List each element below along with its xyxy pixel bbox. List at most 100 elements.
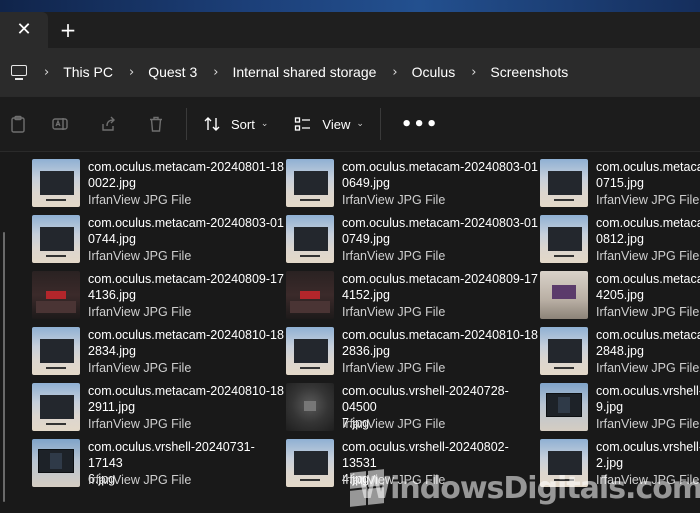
file-type: IrfanView JPG File [88, 361, 192, 375]
breadcrumb-separator[interactable]: › [471, 65, 476, 80]
file-type: IrfanView JPG File [596, 361, 700, 375]
new-tab-button[interactable]: + [56, 12, 80, 48]
chevron-down-icon: ⌄ [260, 119, 269, 129]
breadcrumb-quest-3[interactable]: Quest 3 [148, 64, 197, 80]
file-thumbnail [540, 159, 588, 207]
file-thumbnail [286, 159, 334, 207]
file-item[interactable]: com.oculus.metacam-20240809-17 4136.jpg I… [32, 269, 284, 321]
file-thumbnail [32, 383, 80, 431]
view-label: View [322, 116, 351, 132]
file-item[interactable]: com.oculus.metacam-20240803-01 0649.jpg I… [286, 157, 538, 209]
file-name: com.oculus.metacam-20240809-17 4152.jpg [342, 272, 538, 302]
paste-icon[interactable] [0, 96, 36, 152]
file-name: com.oculus.metaca 2848.jpg [596, 328, 700, 358]
file-name: com.oculus.metaca 4205.jpg [596, 272, 700, 302]
file-name: com.oculus.metaca 0812.jpg [596, 216, 700, 246]
file-type: IrfanView JPG File [342, 193, 446, 207]
sort-label: Sort [231, 116, 255, 132]
file-thumbnail [286, 383, 334, 431]
watermark: WindowsDigitals.com [350, 465, 700, 511]
file-item[interactable]: com.oculus.metacam-20240801-18 0022.jpg I… [32, 157, 284, 209]
rename-icon[interactable] [36, 96, 84, 152]
address-bar[interactable]: › This PC › Quest 3 › Internal shared st… [0, 48, 700, 96]
file-thumbnail [32, 159, 80, 207]
toolbar-divider [186, 108, 187, 140]
file-thumbnail [32, 327, 80, 375]
file-type: IrfanView JPG File [596, 417, 700, 431]
breadcrumb-oculus[interactable]: Oculus [412, 64, 456, 80]
file-item[interactable]: com.oculus.vrshell-20240731-17143 6.jpg I… [32, 437, 280, 489]
file-name: com.oculus.metacam-20240810-18 2836.jpg [342, 328, 538, 358]
file-type: IrfanView JPG File [88, 417, 192, 431]
file-thumbnail [540, 383, 588, 431]
file-type: IrfanView JPG File [342, 249, 446, 263]
file-item[interactable]: com.oculus.metacam-20240809-17 4152.jpg I… [286, 269, 538, 321]
toolbar-divider [379, 108, 381, 140]
watermark-text: WindowsDigitals.com [358, 470, 700, 506]
desktop-wallpaper-strip [0, 0, 700, 12]
file-thumbnail [32, 271, 80, 319]
file-thumbnail [540, 271, 588, 319]
file-name: com.oculus.vrshell- 9.jpg [596, 384, 700, 414]
breadcrumb-screenshots[interactable]: Screenshots [490, 64, 568, 80]
file-type: IrfanView JPG File [596, 249, 700, 263]
file-name: com.oculus.metacam-20240809-17 4136.jpg [88, 272, 284, 302]
delete-icon[interactable] [132, 96, 180, 152]
file-thumbnail [286, 327, 334, 375]
file-list-area[interactable]: com.oculus.metacam-20240801-18 0022.jpg I… [0, 152, 700, 513]
file-name: com.oculus.metacam-20240801-18 0022.jpg [88, 160, 284, 190]
file-item[interactable]: com.oculus.metacam-20240803-01 0744.jpg I… [32, 213, 284, 265]
file-item[interactable]: com.oculus.metacam-20240810-18 2836.jpg I… [286, 325, 538, 377]
sort-button[interactable]: Sort ⌄ [193, 96, 278, 152]
file-item[interactable]: com.oculus.metacam-20240810-18 2834.jpg I… [32, 325, 284, 377]
file-name: com.oculus.metacam-20240803-01 0749.jpg [342, 216, 538, 246]
file-type: IrfanView JPG File [342, 305, 446, 319]
breadcrumb-separator[interactable]: › [129, 65, 134, 80]
computer-icon[interactable] [10, 63, 28, 81]
sort-icon [204, 117, 220, 131]
file-name: com.oculus.metacam-20240803-01 0649.jpg [342, 160, 538, 190]
file-type: IrfanView JPG File [88, 249, 192, 263]
file-type: IrfanView JPG File [88, 305, 192, 319]
file-type: IrfanView JPG File [342, 361, 446, 375]
file-item[interactable]: com.oculus.metacam-20240810-18 2911.jpg I… [32, 381, 284, 433]
breadcrumb-separator[interactable]: › [392, 65, 397, 80]
breadcrumb-internal-shared-storage[interactable]: Internal shared storage [232, 64, 376, 80]
file-item[interactable]: com.oculus.metacam-20240803-01 0749.jpg I… [286, 213, 538, 265]
file-type: IrfanView JPG File [596, 193, 700, 207]
chevron-down-icon: ⌄ [356, 119, 364, 129]
file-type: IrfanView JPG File [88, 193, 192, 207]
share-icon[interactable] [84, 96, 132, 152]
more-options-button[interactable]: ••• [387, 114, 453, 135]
file-item[interactable]: com.oculus.vrshell-20240728-04500 7.jpg I… [286, 381, 534, 433]
file-name: com.oculus.metacam-20240810-18 2834.jpg [88, 328, 284, 358]
file-type: IrfanView JPG File [88, 473, 192, 487]
file-thumbnail [286, 271, 334, 319]
breadcrumb-separator[interactable]: › [44, 65, 49, 80]
file-thumbnail [540, 215, 588, 263]
file-thumbnail [286, 439, 334, 487]
breadcrumb-this-pc[interactable]: This PC [63, 64, 113, 80]
file-item[interactable]: com.oculus.vrshell- 9.jpg IrfanView JPG F… [540, 381, 700, 433]
view-button[interactable]: View ⌄ [284, 96, 374, 152]
close-tab-icon[interactable]: ✕ [16, 21, 31, 39]
file-item[interactable]: com.oculus.metaca 2848.jpg IrfanView JPG … [540, 325, 700, 377]
file-name: com.oculus.metaca 0715.jpg [596, 160, 700, 190]
title-bar: ✕ + [0, 12, 700, 48]
file-thumbnail [32, 439, 80, 487]
file-item[interactable]: com.oculus.metaca 4205.jpg IrfanView JPG … [540, 269, 700, 321]
view-icon [295, 117, 311, 131]
file-name: com.oculus.metacam-20240810-18 2911.jpg [88, 384, 284, 414]
vertical-scrollbar[interactable] [3, 232, 5, 502]
file-thumbnail [286, 215, 334, 263]
file-type: IrfanView JPG File [342, 417, 446, 431]
file-thumbnail [540, 327, 588, 375]
command-bar: Sort ⌄ View ⌄ ••• [0, 96, 700, 152]
file-item[interactable]: com.oculus.metaca 0812.jpg IrfanView JPG … [540, 213, 700, 265]
breadcrumb-separator[interactable]: › [213, 65, 218, 80]
file-name: com.oculus.metacam-20240803-01 0744.jpg [88, 216, 284, 246]
file-item[interactable]: com.oculus.metaca 0715.jpg IrfanView JPG … [540, 157, 700, 209]
file-thumbnail [32, 215, 80, 263]
file-type: IrfanView JPG File [596, 305, 700, 319]
active-tab[interactable]: ✕ [0, 12, 48, 48]
